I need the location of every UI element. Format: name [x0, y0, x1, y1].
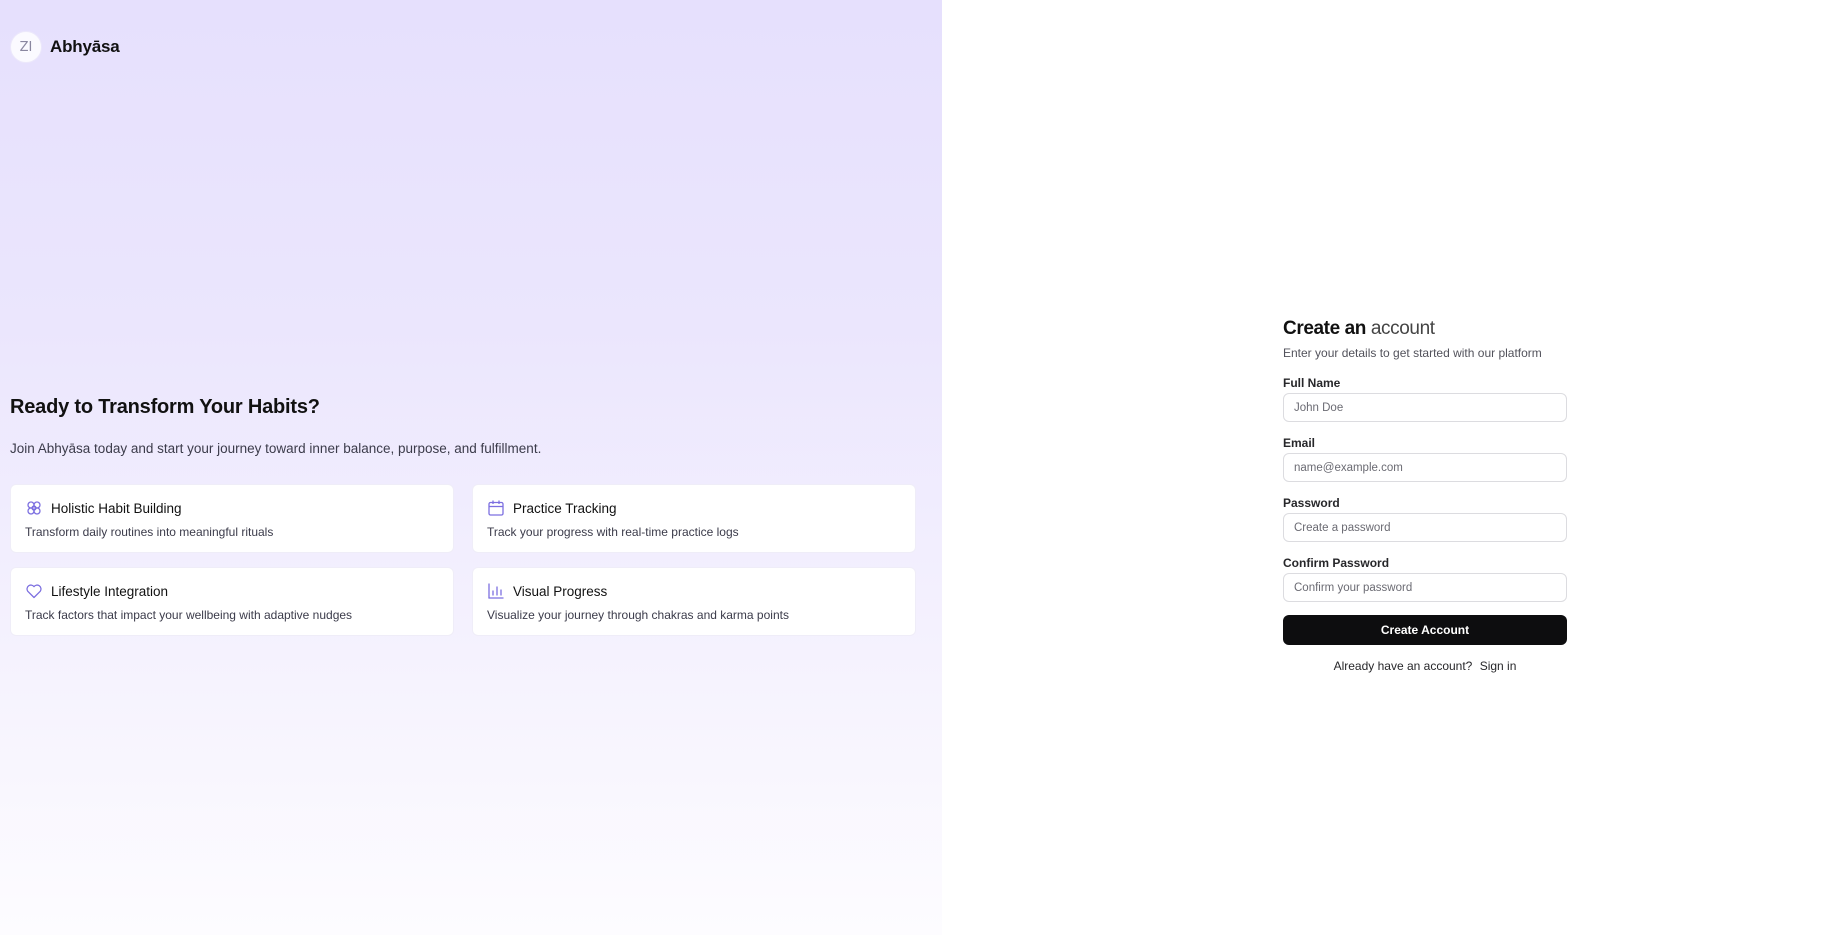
- password-field[interactable]: [1283, 513, 1567, 542]
- brand-logo[interactable]: ZI Abhyāsa: [10, 31, 120, 63]
- hero-title: Ready to Transform Your Habits?: [10, 396, 320, 418]
- email-field[interactable]: [1283, 453, 1567, 482]
- hero-subtitle: Join Abhyāsa today and start your journe…: [10, 441, 542, 456]
- feature-card-practice-tracking: Practice Tracking Track your progress wi…: [472, 484, 916, 553]
- create-account-button[interactable]: Create Account: [1283, 615, 1567, 645]
- feature-title: Lifestyle Integration: [51, 583, 169, 599]
- password-label: Password: [1283, 496, 1340, 510]
- feature-description: Track factors that impact your wellbeing…: [25, 608, 353, 622]
- feature-description: Track your progress with real-time pract…: [487, 525, 739, 539]
- feature-card-lifestyle-integration: Lifestyle Integration Track factors that…: [10, 567, 454, 636]
- form-title: Create an account: [1283, 318, 1567, 340]
- logo-glyph: ZI: [19, 39, 33, 55]
- form-title-main: Create an: [1283, 318, 1366, 339]
- sign-in-link[interactable]: Sign in: [1480, 659, 1517, 673]
- confirm-password-label: Confirm Password: [1283, 556, 1390, 570]
- signin-prompt-text: Already have an account?: [1333, 659, 1473, 673]
- calendar-icon: [487, 499, 505, 517]
- heart-icon: [25, 582, 43, 600]
- hero-panel: ZI Abhyāsa Ready to Transform Your Habit…: [0, 0, 942, 935]
- feature-title: Holistic Habit Building: [51, 500, 182, 516]
- feature-title: Practice Tracking: [513, 500, 617, 516]
- feature-card-visual-progress: Visual Progress Visualize your journey t…: [472, 567, 916, 636]
- form-title-accent: account: [1370, 318, 1435, 339]
- bar-chart-icon: [487, 582, 505, 600]
- logo-badge-icon: ZI: [10, 31, 42, 63]
- feature-description: Transform daily routines into meaningful…: [25, 525, 274, 539]
- full-name-field[interactable]: [1283, 393, 1567, 422]
- full-name-label: Full Name: [1283, 376, 1341, 390]
- form-subtitle: Enter your details to get started with o…: [1283, 346, 1542, 360]
- email-label: Email: [1283, 436, 1316, 450]
- feature-title: Visual Progress: [513, 583, 608, 599]
- signin-prompt: Already have an account? Sign in: [1283, 659, 1567, 673]
- feature-description: Visualize your journey through chakras a…: [487, 608, 789, 622]
- flower-icon: [25, 499, 43, 517]
- signup-form: Create an account Enter your details to …: [1283, 318, 1567, 673]
- confirm-password-field[interactable]: [1283, 573, 1567, 602]
- brand-name: Abhyāsa: [50, 37, 120, 56]
- feature-card-habit-building: Holistic Habit Building Transform daily …: [10, 484, 454, 553]
